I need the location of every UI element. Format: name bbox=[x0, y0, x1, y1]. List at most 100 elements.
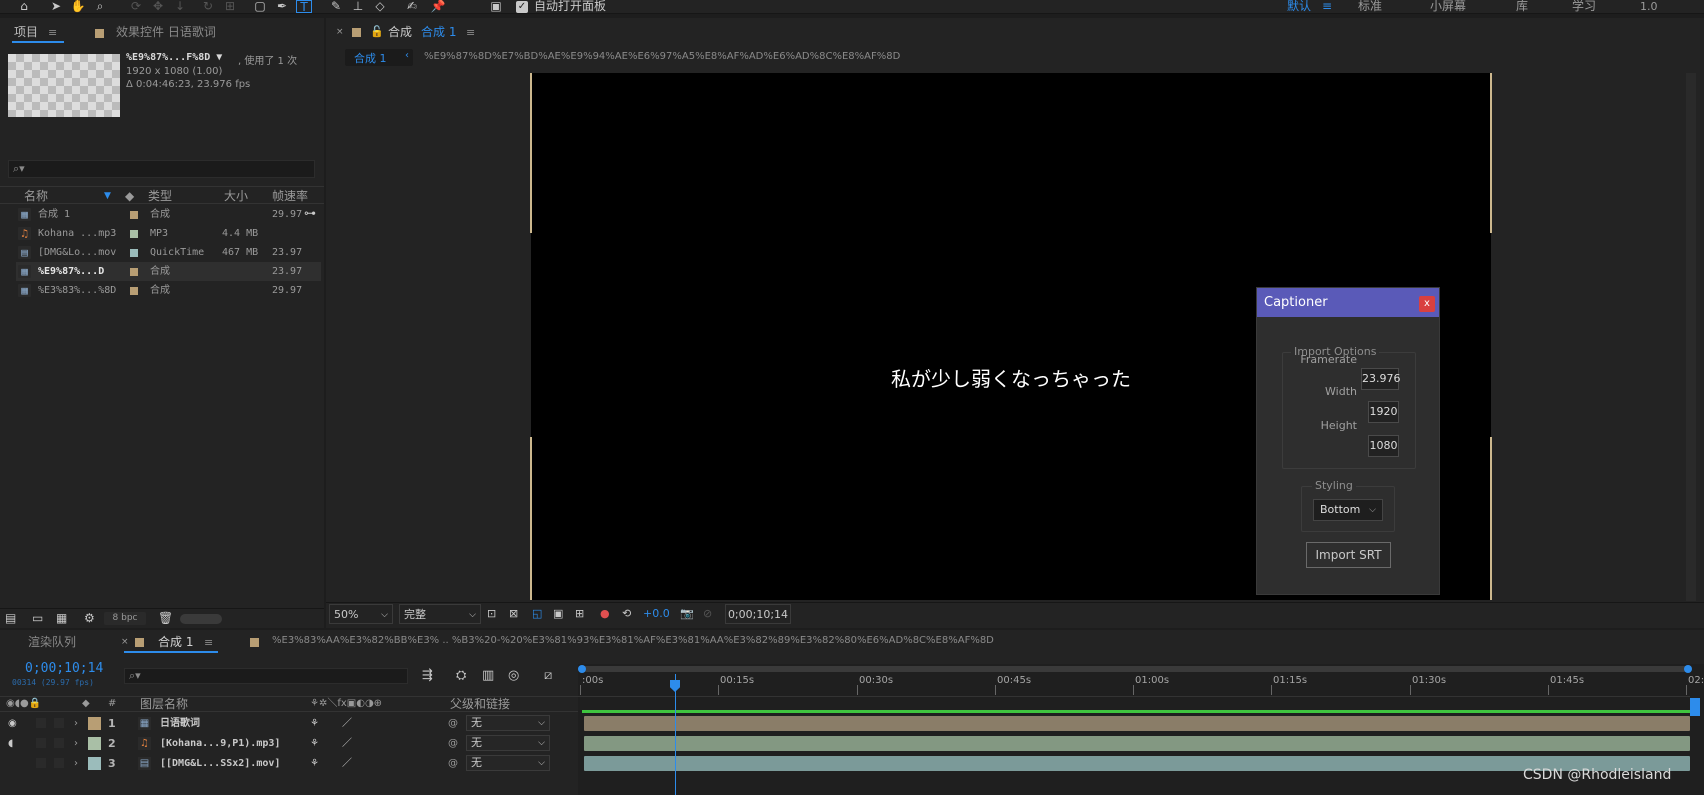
shy-switch-icon[interactable]: ⚘ bbox=[310, 754, 319, 773]
draft-3d-icon[interactable]: ⛭ bbox=[456, 668, 466, 683]
bit-depth-button[interactable]: 8 bpc bbox=[104, 612, 146, 625]
close-tab-icon[interactable]: × bbox=[121, 637, 129, 647]
quality-switch-icon[interactable]: ／ bbox=[342, 734, 352, 753]
viewer-menu-icon[interactable]: ≡ bbox=[466, 26, 475, 39]
column-parent-link[interactable]: 父级和链接 bbox=[450, 696, 510, 712]
timeline-menu-icon[interactable]: ≡ bbox=[204, 636, 213, 649]
visibility-eye-icon[interactable]: ◉ bbox=[8, 714, 17, 733]
parent-select[interactable]: 无 ⌵ bbox=[466, 715, 550, 731]
label-column-icon[interactable]: ◆ bbox=[125, 188, 134, 204]
tab-project[interactable]: 项目 bbox=[14, 24, 38, 40]
layer-row[interactable]: ◖ › 2 ♫ [Kohana...9,P1).mp3] ⚘ ／ @ 无 ⌵ bbox=[0, 734, 578, 753]
work-area-bar[interactable] bbox=[578, 666, 1690, 672]
expand-chevron-icon[interactable]: › bbox=[74, 734, 78, 753]
layer-label-color[interactable] bbox=[88, 737, 101, 750]
column-type[interactable]: 类型 bbox=[148, 188, 172, 204]
column-name[interactable]: 名称 bbox=[24, 188, 48, 204]
quality-switch-icon[interactable]: ／ bbox=[342, 714, 352, 733]
layer-duration-bar[interactable] bbox=[584, 736, 1690, 751]
new-composition-icon[interactable]: ▦ bbox=[56, 611, 67, 625]
show-snapshot-icon[interactable]: ⊘ bbox=[703, 604, 712, 624]
snap-icon[interactable]: ▣ bbox=[488, 0, 504, 13]
home-icon[interactable]: ⌂ bbox=[16, 0, 32, 13]
workspace-libraries[interactable]: 库 bbox=[1516, 0, 1528, 13]
lock-toggle[interactable] bbox=[54, 758, 64, 768]
expand-chevron-icon[interactable]: › bbox=[74, 714, 78, 733]
work-area-start-handle[interactable] bbox=[578, 665, 586, 673]
project-settings-icon[interactable]: ⚙ bbox=[84, 611, 95, 625]
preview-item-name[interactable]: %E9%87%...F%8D ▼ bbox=[126, 52, 222, 63]
workspace-standard[interactable]: 标准 bbox=[1358, 0, 1382, 13]
viewer-tab-name[interactable]: 合成 1 bbox=[421, 24, 456, 40]
layer-name[interactable]: 日语歌词 bbox=[160, 714, 200, 733]
tab-effect-controls[interactable]: 效果控件 日语歌词 bbox=[116, 24, 216, 40]
snapshot-camera-icon[interactable]: 📷 bbox=[680, 604, 694, 624]
timeline-timecode[interactable]: 0;00;10;14 bbox=[25, 661, 103, 676]
fast-preview-icon[interactable]: ⊡ bbox=[487, 604, 496, 624]
layer-name[interactable]: [[DMG&L...SSx2].mov] bbox=[160, 754, 280, 773]
parent-select[interactable]: 无 ⌵ bbox=[466, 735, 550, 751]
mask-visibility-icon[interactable]: ◱ bbox=[532, 604, 542, 624]
breadcrumb-path[interactable]: %E9%87%8D%E7%BD%AE%E9%94%AE%E6%97%A5%E8%… bbox=[424, 51, 900, 62]
resolution-select[interactable]: 完整 ⌵ bbox=[399, 604, 481, 624]
project-search-input[interactable]: ⌕▾ bbox=[8, 160, 315, 178]
workspace-small-screen[interactable]: 小屏幕 bbox=[1430, 0, 1466, 13]
clone-stamp-icon[interactable]: ⊥ bbox=[350, 0, 366, 13]
layer-row[interactable]: ◉ › 1 ▦ 日语歌词 ⚘ ／ @ 无 ⌵ bbox=[0, 714, 578, 733]
panel-menu-icon[interactable]: ≡ bbox=[48, 26, 57, 39]
new-folder-icon[interactable]: ▭ bbox=[32, 611, 43, 625]
hand-tool-icon[interactable]: ✋ bbox=[70, 0, 86, 13]
lock-icon[interactable]: 🔓 bbox=[370, 25, 384, 38]
lock-toggle[interactable] bbox=[54, 738, 64, 748]
motion-blur-icon[interactable]: ◎ bbox=[508, 668, 519, 683]
column-layer-name[interactable]: 图层名称 bbox=[140, 696, 188, 712]
grid-guides-icon[interactable]: ⊞ bbox=[575, 604, 584, 624]
roto-brush-icon[interactable]: ✍ bbox=[404, 0, 420, 13]
parent-select[interactable]: 无 ⌵ bbox=[466, 755, 550, 771]
item-label-color[interactable] bbox=[130, 211, 138, 219]
close-tab-icon[interactable]: × bbox=[336, 27, 344, 37]
project-item[interactable]: ♫ Kohana ...mp3 MP3 4.4 MB bbox=[16, 224, 321, 243]
pan-tool-icon[interactable]: ✥ bbox=[150, 0, 166, 13]
orbit-tool-icon[interactable]: ⟳ bbox=[128, 0, 144, 13]
shy-switch-icon[interactable]: ⚘ bbox=[310, 714, 319, 733]
tab-other-comp[interactable]: %E3%83%AA%E3%82%BB%E3% .. %B3%20-%20%E3%… bbox=[272, 635, 994, 646]
brush-tool-icon[interactable]: ✎ bbox=[328, 0, 344, 13]
solo-toggle[interactable] bbox=[36, 718, 46, 728]
anchor-tool-icon[interactable]: ⊞ bbox=[222, 0, 238, 13]
region-of-interest-icon[interactable]: ▣ bbox=[553, 604, 563, 624]
pickwhip-icon[interactable]: @ bbox=[448, 734, 458, 753]
pickwhip-icon[interactable]: @ bbox=[448, 754, 458, 773]
interpret-footage-icon[interactable]: ▤ bbox=[5, 611, 16, 625]
dolly-tool-icon[interactable]: ↓ bbox=[172, 0, 188, 13]
sort-arrow-icon[interactable]: ▼ bbox=[104, 188, 111, 204]
layer-duration-bar[interactable] bbox=[584, 716, 1690, 731]
styling-select[interactable]: Bottom ⌵ bbox=[1313, 499, 1383, 521]
rectangle-tool-icon[interactable]: ▢ bbox=[252, 0, 268, 13]
workspace-default[interactable]: 默认 bbox=[1287, 0, 1311, 13]
breadcrumb-active[interactable]: 合成 1 ‹ bbox=[345, 49, 413, 66]
solo-toggle[interactable] bbox=[36, 738, 46, 748]
zoom-tool-icon[interactable]: ⌕ bbox=[92, 0, 108, 13]
item-label-color[interactable] bbox=[130, 287, 138, 295]
graph-editor-icon[interactable]: ⧄ bbox=[544, 668, 552, 683]
exposure-value[interactable]: +0.0 bbox=[643, 604, 670, 624]
audio-toggle-icon[interactable]: ◖ bbox=[8, 734, 13, 753]
timeline-search-input[interactable]: ⌕▾ bbox=[124, 668, 408, 684]
height-field[interactable]: 1080 bbox=[1368, 435, 1399, 457]
expand-chevron-icon[interactable]: › bbox=[74, 754, 78, 773]
project-item[interactable]: ▤ [DMG&Lo...mov QuickTime 467 MB 23.976 bbox=[16, 243, 321, 262]
item-label-color[interactable] bbox=[130, 249, 138, 257]
width-field[interactable]: 1920 bbox=[1368, 401, 1399, 423]
comp-mini-flowchart-icon[interactable]: ⇶ bbox=[422, 668, 433, 683]
rotate-tool-icon[interactable]: ↻ bbox=[200, 0, 216, 13]
layer-label-color[interactable] bbox=[88, 717, 101, 730]
viewer-scrollbar[interactable] bbox=[1686, 73, 1696, 601]
layer-name[interactable]: [Kohana...9,P1).mp3] bbox=[160, 734, 280, 753]
playhead-line[interactable] bbox=[675, 674, 676, 795]
text-tool-icon[interactable]: T bbox=[296, 0, 312, 14]
eraser-tool-icon[interactable]: ◇ bbox=[372, 0, 388, 13]
project-item[interactable]: ▦ 合成 1 合成 29.97 bbox=[16, 205, 321, 224]
layer-label-color[interactable] bbox=[88, 757, 101, 770]
solo-toggle[interactable] bbox=[36, 758, 46, 768]
